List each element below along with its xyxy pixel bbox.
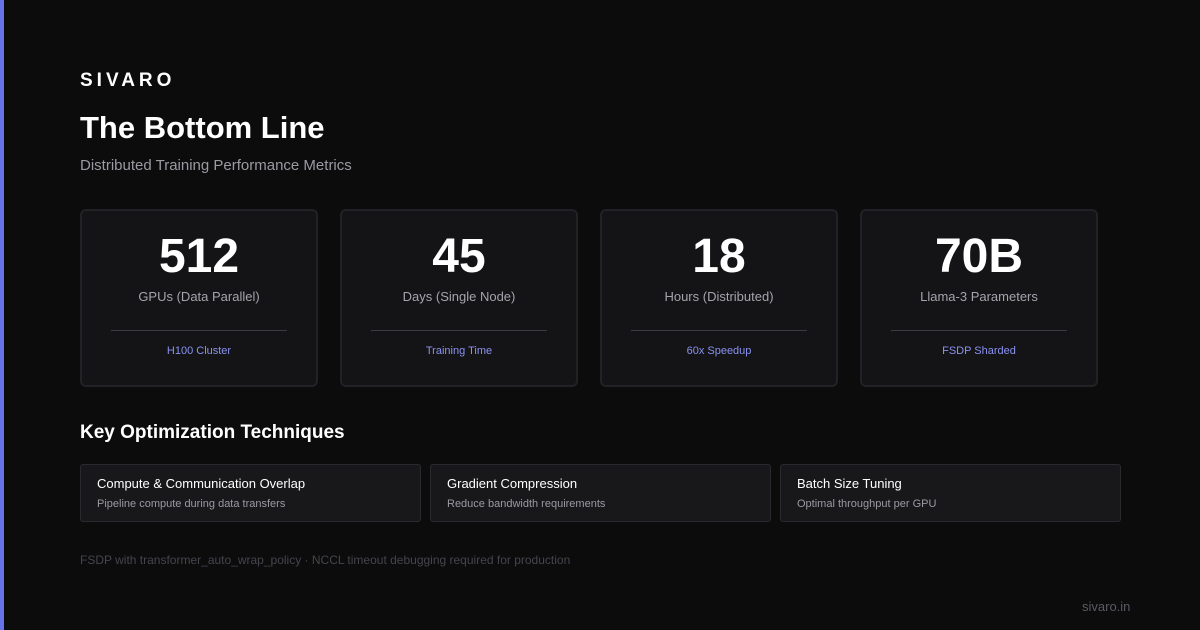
metric-divider [631,330,807,331]
technique-name: Batch Size Tuning [797,476,902,491]
metric-card-parameters: 70B Llama-3 Parameters FSDP Sharded [860,209,1098,387]
metric-tag: FSDP Sharded [942,345,1016,357]
technique-description: Reduce bandwidth requirements [447,498,606,510]
techniques-list: Compute & Communication Overlap Pipeline… [80,464,1121,522]
metric-value: 45 [432,230,486,283]
metrics-grid: 512 GPUs (Data Parallel) H100 Cluster 45… [80,209,1102,391]
metric-card-days: 45 Days (Single Node) Training Time [340,209,578,387]
technique-name: Gradient Compression [447,476,578,491]
technique-card-compression: Gradient Compression Reduce bandwidth re… [430,464,771,522]
metric-label: Days (Single Node) [402,289,516,304]
metric-value: 18 [692,230,746,283]
accent-bar [0,0,4,630]
technique-description: Pipeline compute during data transfers [97,498,286,510]
brand-logo: SIVARO [80,70,176,91]
metric-label: GPUs (Data Parallel) [138,289,260,304]
footnote: FSDP with transformer_auto_wrap_policy ·… [80,553,571,567]
metric-tag: Training Time [425,345,493,357]
technique-name: Compute & Communication Overlap [97,476,306,491]
metric-card-hours: 18 Hours (Distributed) 60x Speedup [600,209,838,387]
metric-value: 70B [934,230,1024,283]
technique-card-overlap: Compute & Communication Overlap Pipeline… [80,464,421,522]
technique-description: Optimal throughput per GPU [797,498,937,510]
metric-label: Llama-3 Parameters [920,289,1038,304]
site-url: sivaro.in [1082,599,1131,614]
metric-divider [891,330,1067,331]
metric-tag: 60x Speedup [686,345,752,357]
technique-card-batch-size: Batch Size Tuning Optimal throughput per… [780,464,1121,522]
page-subtitle: Distributed Training Performance Metrics [80,157,352,174]
metric-divider [371,330,547,331]
section-title: Key Optimization Techniques [80,422,345,443]
metric-divider [111,330,287,331]
metric-value: 512 [158,230,240,283]
page-title: The Bottom Line [80,110,325,145]
metric-card-gpus: 512 GPUs (Data Parallel) H100 Cluster [80,209,318,387]
metric-tag: H100 Cluster [166,345,232,357]
metric-label: Hours (Distributed) [664,289,774,304]
